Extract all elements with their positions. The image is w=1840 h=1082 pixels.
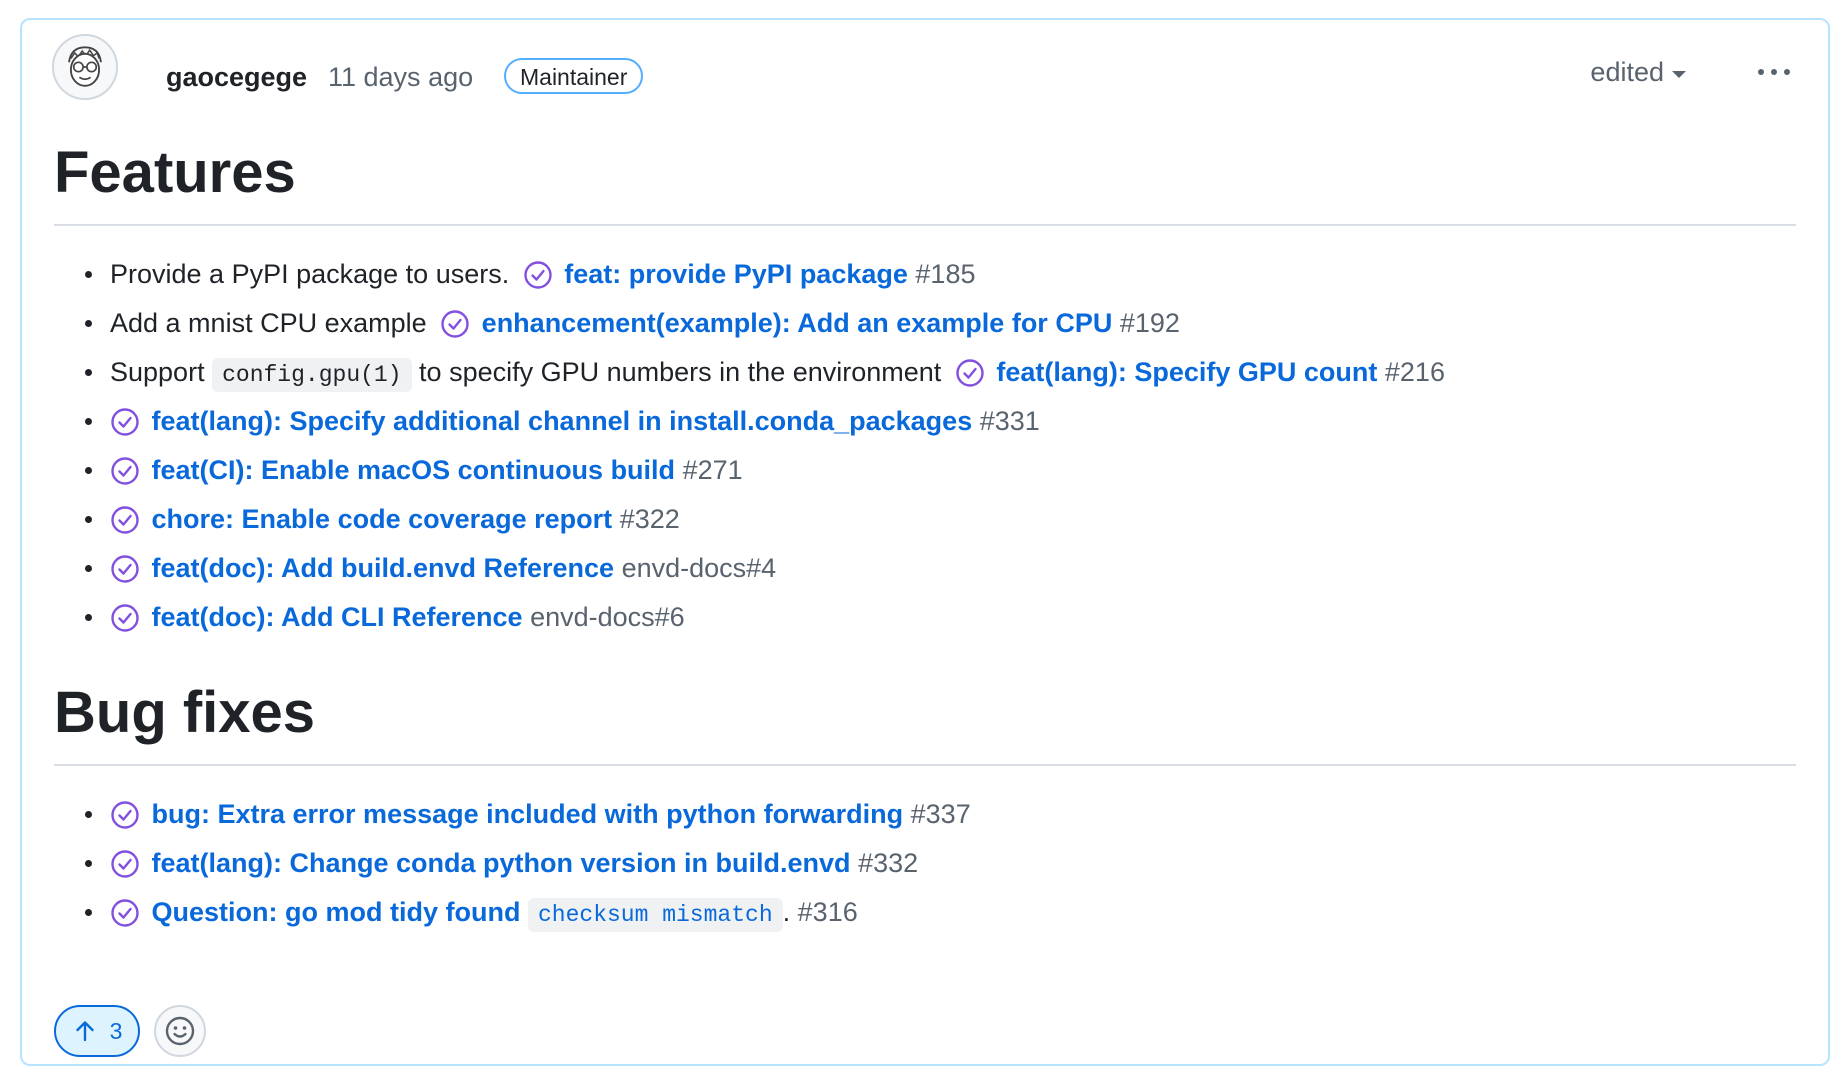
avatar[interactable] (52, 34, 118, 100)
edited-dropdown[interactable]: edited (1590, 57, 1686, 88)
features-heading: Features (54, 116, 1796, 226)
comment-header: gaocegege 11 days ago Maintainer edited (52, 34, 1798, 104)
pr-link[interactable]: feat: provide PyPI package (564, 259, 908, 289)
item-suffix: . (782, 897, 791, 927)
item-text: Support (110, 357, 205, 387)
comment-timestamp[interactable]: 11 days ago (328, 62, 473, 93)
pr-link[interactable]: Question: go mod tidy found (152, 897, 521, 927)
pr-ref[interactable]: #185 (915, 259, 975, 289)
comment-card: gaocegege 11 days ago Maintainer edited … (20, 18, 1830, 1066)
list-item: Add a mnist CPU example enhancement(exam… (54, 303, 1796, 352)
features-list: Provide a PyPI package to users. feat: p… (54, 226, 1796, 646)
list-item: feat(lang): Change conda python version … (54, 843, 1796, 892)
chevron-down-icon (1672, 71, 1686, 78)
pr-ref[interactable]: #192 (1120, 308, 1180, 338)
pr-link[interactable]: bug: Extra error message included with p… (152, 799, 904, 829)
upvote-button[interactable]: 3 (54, 1005, 140, 1057)
pr-ref[interactable]: #216 (1385, 357, 1445, 387)
kebab-menu-icon[interactable] (1754, 62, 1794, 82)
maintainer-badge: Maintainer (504, 58, 644, 94)
pr-link[interactable]: feat(doc): Add build.envd Reference (152, 553, 615, 583)
pr-ref[interactable]: envd-docs#6 (530, 602, 685, 632)
list-item: feat(doc): Add build.envd Reference envd… (54, 548, 1796, 597)
reactions-bar: 3 (54, 1005, 206, 1057)
pr-ref[interactable]: #316 (798, 897, 858, 927)
merged-pr-icon (110, 456, 140, 486)
comment-body: Features Provide a PyPI package to users… (54, 116, 1796, 941)
list-item: Provide a PyPI package to users. feat: p… (54, 254, 1796, 303)
merged-pr-icon (955, 358, 985, 388)
pr-ref[interactable]: #331 (980, 406, 1040, 436)
author-name[interactable]: gaocegege (166, 62, 307, 93)
merged-pr-icon (523, 260, 553, 290)
pr-ref[interactable]: #337 (911, 799, 971, 829)
list-item: Question: go mod tidy found checksum mis… (54, 892, 1796, 941)
arrow-up-icon (75, 1021, 94, 1042)
list-item: feat(lang): Specify additional channel i… (54, 401, 1796, 450)
list-item: Support config.gpu(1) to specify GPU num… (54, 352, 1796, 401)
avatar-face-icon (54, 36, 116, 98)
pr-link[interactable]: feat(doc): Add CLI Reference (152, 602, 523, 632)
pr-link[interactable]: feat(CI): Enable macOS continuous build (152, 455, 676, 485)
add-reaction-button[interactable] (154, 1005, 206, 1057)
smiley-icon (165, 1016, 195, 1046)
merged-pr-icon (110, 849, 140, 879)
inline-code: config.gpu(1) (212, 358, 412, 392)
pr-link[interactable]: feat(lang): Specify GPU count (996, 357, 1377, 387)
merged-pr-icon (110, 800, 140, 830)
merged-pr-icon (110, 505, 140, 535)
pr-link[interactable]: chore: Enable code coverage report (152, 504, 613, 534)
bugfixes-list: bug: Extra error message included with p… (54, 766, 1796, 941)
list-item: feat(CI): Enable macOS continuous build … (54, 450, 1796, 499)
pr-ref[interactable]: #322 (620, 504, 680, 534)
item-text: Add a mnist CPU example (110, 308, 427, 338)
item-text: to specify GPU numbers in the environmen… (419, 357, 942, 387)
bugfixes-heading: Bug fixes (54, 656, 1796, 766)
edited-label: edited (1590, 57, 1664, 87)
merged-pr-icon (110, 407, 140, 437)
list-item: feat(doc): Add CLI Reference envd-docs#6 (54, 597, 1796, 646)
list-item: chore: Enable code coverage report #322 (54, 499, 1796, 548)
list-item: bug: Extra error message included with p… (54, 794, 1796, 843)
merged-pr-icon (440, 309, 470, 339)
pr-link[interactable]: enhancement(example): Add an example for… (482, 308, 1113, 338)
merged-pr-icon (110, 603, 140, 633)
upvote-count: 3 (109, 1017, 123, 1044)
pr-ref[interactable]: #271 (683, 455, 743, 485)
pr-ref[interactable]: envd-docs#4 (622, 553, 777, 583)
merged-pr-icon (110, 898, 140, 928)
bugfix-section: Bug fixes bug: Extra error message inclu… (54, 656, 1796, 941)
pr-link[interactable]: feat(lang): Specify additional channel i… (152, 406, 973, 436)
inline-code[interactable]: checksum mismatch (527, 898, 783, 932)
merged-pr-icon (110, 554, 140, 584)
pr-ref[interactable]: #332 (858, 848, 918, 878)
item-text: Provide a PyPI package to users. (110, 259, 510, 289)
pr-link[interactable]: feat(lang): Change conda python version … (152, 848, 851, 878)
